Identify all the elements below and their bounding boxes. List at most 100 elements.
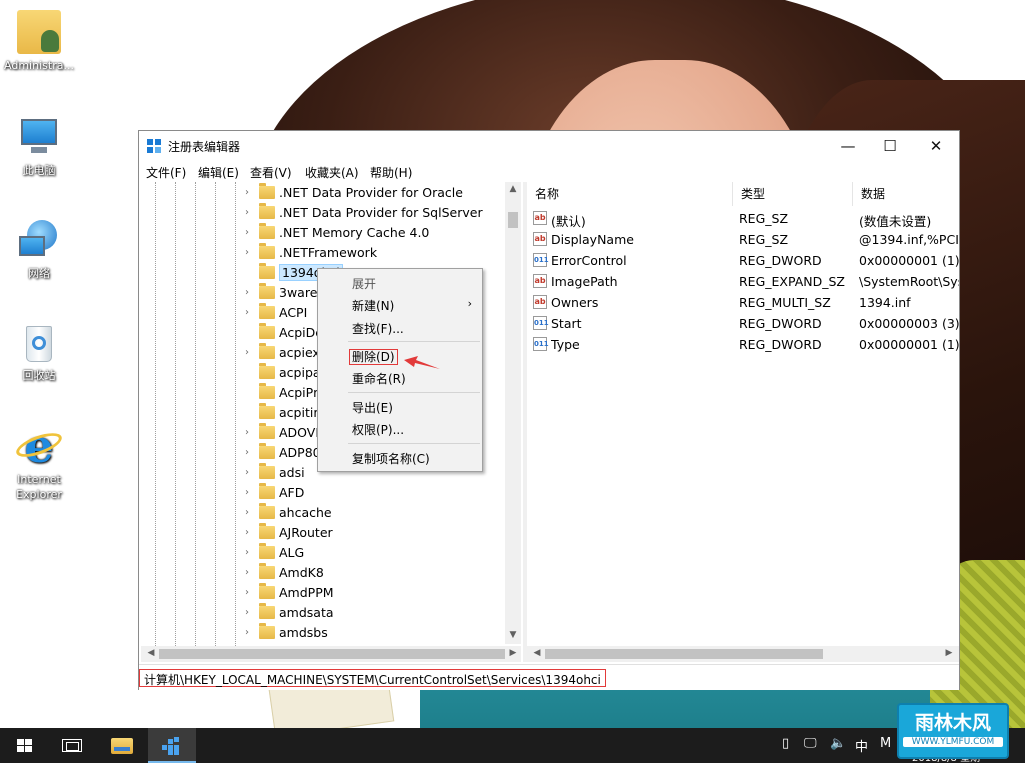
column-header-name[interactable]: 名称 bbox=[527, 182, 733, 206]
expand-chevron-icon[interactable]: › bbox=[245, 627, 255, 639]
expand-chevron-icon[interactable]: › bbox=[245, 607, 255, 619]
scroll-left-arrow-icon[interactable]: ◀ bbox=[529, 648, 545, 658]
expand-chevron-icon[interactable]: › bbox=[245, 567, 255, 579]
task-view-button[interactable] bbox=[48, 728, 96, 763]
tree-node-label: .NET Memory Cache 4.0 bbox=[279, 225, 430, 240]
minimize-button[interactable]: — bbox=[825, 131, 871, 161]
expand-chevron-icon[interactable]: › bbox=[245, 487, 255, 499]
expand-chevron-icon[interactable]: › bbox=[245, 547, 255, 559]
desktop-icon-label: Internet bbox=[17, 473, 61, 486]
scroll-down-arrow-icon[interactable]: ▼ bbox=[505, 630, 521, 640]
menu-item-new[interactable]: 新建(N) bbox=[352, 297, 394, 314]
expand-chevron-icon[interactable]: › bbox=[245, 447, 255, 459]
value-row[interactable]: ab ImagePath REG_EXPAND_SZ \SystemRoot\Syst… bbox=[527, 271, 959, 292]
expand-chevron-icon[interactable]: › bbox=[245, 467, 255, 479]
expand-chevron-icon[interactable]: › bbox=[245, 587, 255, 599]
tree-horizontal-scrollbar[interactable]: ◀ ▶ bbox=[141, 646, 521, 662]
menu-item-delete[interactable]: 删除(D) bbox=[349, 348, 398, 365]
values-horizontal-scrollbar[interactable]: ◀ ▶ bbox=[527, 646, 959, 662]
close-button[interactable]: ✕ bbox=[913, 131, 959, 161]
expand-chevron-icon[interactable]: › bbox=[245, 187, 255, 199]
expand-chevron-icon[interactable]: › bbox=[245, 207, 255, 219]
tree-node-label: acpiex bbox=[279, 345, 320, 360]
scroll-up-arrow-icon[interactable]: ▲ bbox=[505, 184, 521, 194]
tree-node[interactable]: › .NET Data Provider for SqlServer bbox=[245, 203, 523, 223]
value-row[interactable]: ab Owners REG_MULTI_SZ 1394.inf bbox=[527, 292, 959, 313]
values-hscroll-thumb[interactable] bbox=[545, 649, 823, 659]
expand-chevron-icon[interactable]: › bbox=[245, 347, 255, 359]
menu-edit[interactable]: 编辑(E) bbox=[198, 164, 239, 181]
desktop-icon-label: 此电脑 bbox=[22, 164, 56, 177]
column-header-data[interactable]: 数据 bbox=[853, 182, 959, 206]
tray-ime-mode[interactable]: M bbox=[880, 736, 891, 751]
tree-scroll-thumb[interactable] bbox=[508, 212, 518, 228]
desktop-icon-internet-explorer[interactable]: e Internet Explorer bbox=[1, 423, 77, 502]
tree-node[interactable]: › ALG bbox=[245, 543, 523, 563]
expand-chevron-icon[interactable]: › bbox=[245, 307, 255, 319]
tree-node[interactable]: › .NETFramework bbox=[245, 243, 523, 263]
menu-item-find[interactable]: 查找(F)... bbox=[352, 320, 404, 337]
expand-chevron-icon[interactable]: › bbox=[245, 427, 255, 439]
menu-item-permissions[interactable]: 权限(P)... bbox=[352, 421, 404, 438]
taskbar: ▯ 🖵 🔈 中 M 2018/8/8 星期 bbox=[0, 728, 1025, 764]
menu-item-expand[interactable]: 展开 bbox=[352, 275, 376, 292]
expand-chevron-icon[interactable]: › bbox=[245, 527, 255, 539]
tree-node[interactable]: › amdsata bbox=[245, 603, 523, 623]
value-row[interactable]: 011 Type REG_DWORD 0x00000001 (1) bbox=[527, 334, 959, 355]
scroll-right-arrow-icon[interactable]: ▶ bbox=[941, 648, 957, 658]
desktop-icon-recycle-bin[interactable]: 回收站 bbox=[1, 320, 77, 383]
values-list[interactable]: 名称 类型 数据 ab (默认) REG_SZ (数值未设置) ab DisplayNam… bbox=[527, 182, 959, 644]
menu-item-export[interactable]: 导出(E) bbox=[352, 399, 393, 416]
title-bar[interactable]: 注册表编辑器 — ☐ ✕ bbox=[139, 131, 959, 161]
desktop-icon-this-pc[interactable]: 此电脑 bbox=[1, 115, 77, 178]
folder-icon bbox=[259, 263, 275, 279]
tree-node-label: .NETFramework bbox=[279, 245, 378, 260]
tray-network-icon[interactable]: 🖵 bbox=[804, 736, 817, 751]
tree-node[interactable]: › AJRouter bbox=[245, 523, 523, 543]
expand-chevron-icon[interactable]: › bbox=[245, 247, 255, 259]
column-header-type[interactable]: 类型 bbox=[733, 182, 853, 206]
regedit-taskbar-button[interactable] bbox=[148, 728, 196, 763]
file-explorer-taskbar-button[interactable] bbox=[99, 728, 147, 763]
expand-chevron-icon[interactable]: › bbox=[245, 227, 255, 239]
tree-vertical-scrollbar[interactable]: ▲ ▼ bbox=[505, 182, 521, 644]
tree-node[interactable]: › AFD bbox=[245, 483, 523, 503]
tray-volume-icon[interactable]: 🔈 bbox=[830, 736, 846, 751]
desktop-icon-administrator[interactable]: Administra... bbox=[1, 10, 77, 73]
menu-item-rename[interactable]: 重命名(R) bbox=[352, 370, 406, 387]
menu-view[interactable]: 查看(V) bbox=[250, 164, 292, 181]
tray-device-icon[interactable]: ▯ bbox=[782, 736, 789, 751]
tree-node[interactable]: › AmdPPM bbox=[245, 583, 523, 603]
tree-node-label: amdsata bbox=[279, 605, 334, 620]
menu-file[interactable]: 文件(F) bbox=[146, 164, 186, 181]
desktop-icon-label: 回收站 bbox=[22, 369, 56, 382]
start-button[interactable] bbox=[0, 728, 48, 763]
folder-icon bbox=[259, 543, 275, 559]
expand-chevron-icon[interactable]: › bbox=[245, 507, 255, 519]
expand-chevron-icon[interactable]: › bbox=[245, 287, 255, 299]
tree-node[interactable]: › ahcache bbox=[245, 503, 523, 523]
value-row[interactable]: 011 Start REG_DWORD 0x00000003 (3) bbox=[527, 313, 959, 334]
value-row[interactable]: ab DisplayName REG_SZ @1394.inf,%PCI\CC_0C0… bbox=[527, 229, 959, 250]
value-type: REG_SZ bbox=[739, 211, 789, 226]
tree-node[interactable]: › amdsbs bbox=[245, 623, 523, 643]
menu-bar: 文件(F) 编辑(E) 查看(V) 收藏夹(A) 帮助(H) bbox=[139, 161, 959, 181]
menu-help[interactable]: 帮助(H) bbox=[370, 164, 412, 181]
tree-hscroll-thumb[interactable] bbox=[159, 649, 505, 659]
string-value-icon: ab bbox=[533, 295, 547, 309]
tree-node[interactable]: › .NET Memory Cache 4.0 bbox=[245, 223, 523, 243]
tray-ime-indicator[interactable]: 中 bbox=[855, 736, 868, 755]
value-row[interactable]: ab (默认) REG_SZ (数值未设置) bbox=[527, 208, 959, 229]
maximize-button[interactable]: ☐ bbox=[867, 131, 913, 161]
scroll-right-arrow-icon[interactable]: ▶ bbox=[505, 648, 521, 658]
tree-node[interactable]: › .NET Data Provider for Oracle bbox=[245, 183, 523, 203]
folder-icon bbox=[259, 503, 275, 519]
menu-favorites[interactable]: 收藏夹(A) bbox=[305, 164, 359, 181]
menu-item-copy-key-name[interactable]: 复制项名称(C) bbox=[352, 450, 430, 467]
value-row[interactable]: 011 ErrorControl REG_DWORD 0x00000001 (1) bbox=[527, 250, 959, 271]
scroll-left-arrow-icon[interactable]: ◀ bbox=[143, 648, 159, 658]
tree-node[interactable]: › AmdK8 bbox=[245, 563, 523, 583]
folder-icon bbox=[259, 283, 275, 299]
value-name: ImagePath bbox=[551, 274, 618, 289]
desktop-icon-network[interactable]: 网络 bbox=[1, 218, 77, 281]
